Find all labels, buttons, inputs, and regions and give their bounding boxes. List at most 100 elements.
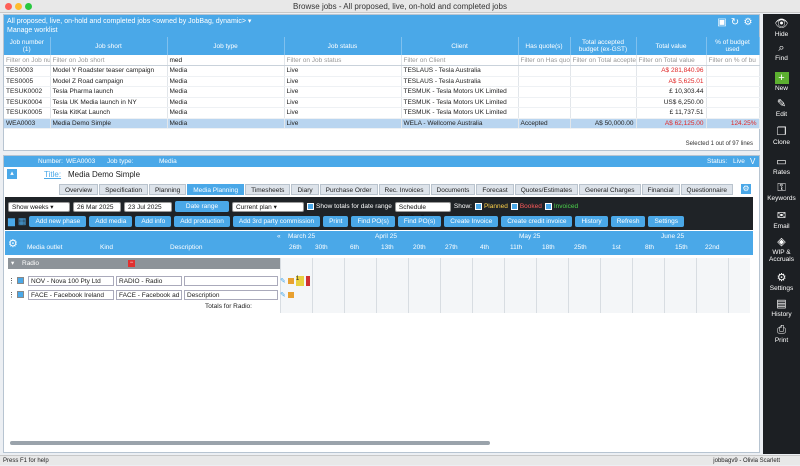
col-total-value[interactable]: Total value — [636, 37, 707, 55]
col-job-status[interactable]: Job status — [284, 37, 402, 55]
history-button[interactable]: History — [575, 216, 608, 227]
filter-input[interactable]: Filter on % of bu — [706, 55, 760, 66]
tab-financial[interactable]: Financial — [641, 184, 680, 195]
close-window-button[interactable] — [5, 3, 12, 10]
tab-planning[interactable]: Planning — [148, 184, 187, 195]
week-cells[interactable] — [280, 258, 750, 313]
filter-input[interactable]: Filter on Total accepted b — [570, 55, 637, 66]
date-to-input[interactable]: 23 Jul 2025 — [124, 201, 172, 212]
filter-title[interactable]: All proposed, live, on-hold and complete… — [7, 17, 251, 25]
add-production-button[interactable]: Add production — [174, 216, 230, 227]
settings-side-button[interactable]: ⚙ Settings — [763, 272, 800, 292]
col-job-type[interactable]: Job type — [167, 37, 285, 55]
tab-quotes[interactable]: Quotes/Estimates — [514, 184, 579, 195]
print-side-button[interactable]: ⎙ Print — [763, 324, 800, 344]
scroll-left-icon[interactable]: « — [277, 233, 281, 240]
date-from-input[interactable]: 26 Mar 2025 — [73, 201, 121, 212]
filter-input[interactable]: med — [167, 55, 285, 66]
filter-input[interactable]: Filter on Job numb — [4, 55, 51, 66]
date-range-button[interactable]: Date range — [175, 201, 229, 212]
keywords-button[interactable]: ⚿ Keywords — [763, 182, 800, 202]
collapse-icon[interactable]: V — [750, 157, 755, 166]
filter-input[interactable]: Filter on Has quo — [518, 55, 571, 66]
new-button[interactable]: + New — [763, 72, 800, 92]
col-client[interactable]: Client — [401, 37, 519, 55]
booked-checkbox[interactable]: Booked — [510, 202, 542, 210]
add-info-button[interactable]: Add info — [135, 216, 172, 227]
col-job-short[interactable]: Job short — [50, 37, 168, 55]
col-has-quotes[interactable]: Has quote(s) — [518, 37, 571, 55]
tab-media-planning[interactable]: Media Planning — [187, 184, 245, 195]
create-credit-invoice-button[interactable]: Create credit invoice — [501, 216, 573, 227]
tab-overview[interactable]: Overview — [59, 184, 99, 195]
table-row-selected[interactable]: WEA0003 Media Demo Simple Media Live WELA - … — [4, 118, 760, 129]
checkbox-icon[interactable] — [17, 277, 24, 284]
add-media-button[interactable]: Add media — [89, 216, 133, 227]
tab-questionnaire[interactable]: Questionnaire — [680, 184, 734, 195]
expand-icon[interactable]: ▴ — [7, 169, 17, 179]
tab-timesheets[interactable]: Timesheets — [245, 184, 291, 195]
edit-icon[interactable]: ✎ — [280, 277, 286, 285]
kind-field[interactable]: RADIO - Radio — [116, 275, 182, 286]
week-cell-value[interactable]: 1 — [295, 275, 304, 286]
tab-specification[interactable]: Specification — [99, 184, 148, 195]
drag-handle-icon[interactable]: ⋮ — [8, 277, 15, 285]
edit-icon[interactable]: ✎ — [280, 291, 286, 299]
table-row[interactable]: TESUK0002 Tesla Pharma launch Media Live TES… — [4, 86, 760, 98]
group-row-radio[interactable]: ▾ Radio − — [8, 258, 280, 269]
add-new-phase-button[interactable]: Add new phase — [29, 216, 87, 227]
col-total-budget[interactable]: Total accepted budget (ex-GST) — [570, 37, 637, 55]
plan-row[interactable]: ⋮ NOV - Nova 100 Pty Ltd RADIO - Radio ✎… — [8, 275, 310, 286]
gear-icon[interactable]: ⚙ — [8, 237, 18, 250]
manage-worklist-link[interactable]: Manage worklist — [7, 27, 58, 34]
description-field[interactable]: Description — [184, 289, 278, 300]
create-invoice-button[interactable]: Create Invoice — [444, 216, 499, 227]
hide-button[interactable]: 👁 Hide — [763, 18, 800, 38]
drag-handle-icon[interactable]: ⋮ — [8, 291, 15, 299]
filter-input[interactable]: Filter on Job short — [50, 55, 168, 66]
folder-icon[interactable]: ▆ — [8, 216, 15, 227]
outlet-field[interactable]: FACE - Facebook Ireland — [28, 289, 114, 300]
kind-field[interactable]: FACE - Facebook ad — [116, 289, 182, 300]
filter-input[interactable]: Filter on Total value — [636, 55, 707, 66]
tab-settings-icon[interactable]: ⚙ — [741, 184, 751, 194]
table-row[interactable]: TESUK0005 Tesla KitKat Launch Media Live TES… — [4, 107, 760, 119]
minimize-window-button[interactable] — [15, 3, 22, 10]
add-3rd-party-commission-button[interactable]: Add 3rd party commission — [232, 216, 321, 227]
save-icon[interactable]: ▣ — [717, 18, 727, 28]
outlet-field[interactable]: NOV - Nova 100 Pty Ltd — [28, 275, 114, 286]
period-select[interactable]: Show weeks ▾ — [8, 201, 70, 212]
plan-row[interactable]: ⋮ FACE - Facebook Ireland FACE - Faceboo… — [8, 289, 294, 300]
email-button[interactable]: ✉ Email — [763, 210, 800, 230]
collapse-icon[interactable]: ▾ — [11, 258, 14, 269]
table-row[interactable]: TESUK0004 Tesla UK Media launch in NY Medi… — [4, 97, 760, 108]
tab-general-charges[interactable]: General Charges — [579, 184, 641, 195]
filter-input[interactable]: Filter on Job status — [284, 55, 402, 66]
col-budget-used[interactable]: % of budget used — [706, 37, 760, 55]
wip-accruals-button[interactable]: ◈ WIP & Accruals — [763, 236, 800, 263]
edit-button[interactable]: ✎ Edit — [763, 98, 800, 118]
tab-forecast[interactable]: Forecast — [476, 184, 514, 195]
tab-diary[interactable]: Diary — [291, 184, 319, 195]
tab-rec-invoices[interactable]: Rec. Invoices — [378, 184, 430, 195]
clone-button[interactable]: ❐ Clone — [763, 126, 800, 146]
print-button[interactable]: Print — [323, 216, 349, 227]
table-row[interactable]: TES0005 Model Z Road campaign Media Live TES… — [4, 76, 760, 87]
remove-group-icon[interactable]: − — [128, 260, 135, 267]
zoom-window-button[interactable] — [25, 3, 32, 10]
refresh-button[interactable]: Refresh — [610, 216, 646, 227]
horizontal-scrollbar[interactable] — [10, 441, 490, 445]
find-po-button[interactable]: Find PO(s) — [351, 216, 395, 227]
schedule-select[interactable]: Schedule curre... ▾ — [394, 201, 451, 220]
filter-input[interactable]: Filter on Client — [401, 55, 519, 66]
col-job-number[interactable]: Job number (1) — [4, 37, 51, 55]
checkbox-icon[interactable] — [17, 291, 24, 298]
history-side-button[interactable]: ▤ History — [763, 298, 800, 318]
grid-icon[interactable]: ▦ — [18, 216, 27, 227]
settings-button[interactable]: Settings — [648, 216, 684, 227]
show-totals-checkbox[interactable]: Show totals for date range — [307, 202, 392, 210]
rates-button[interactable]: ▭ Rates — [763, 156, 800, 176]
title-label[interactable]: Title: — [44, 170, 61, 179]
invoiced-checkbox[interactable]: Invoiced — [544, 202, 578, 210]
find-po-button-2[interactable]: Find PO(s) — [397, 216, 442, 227]
